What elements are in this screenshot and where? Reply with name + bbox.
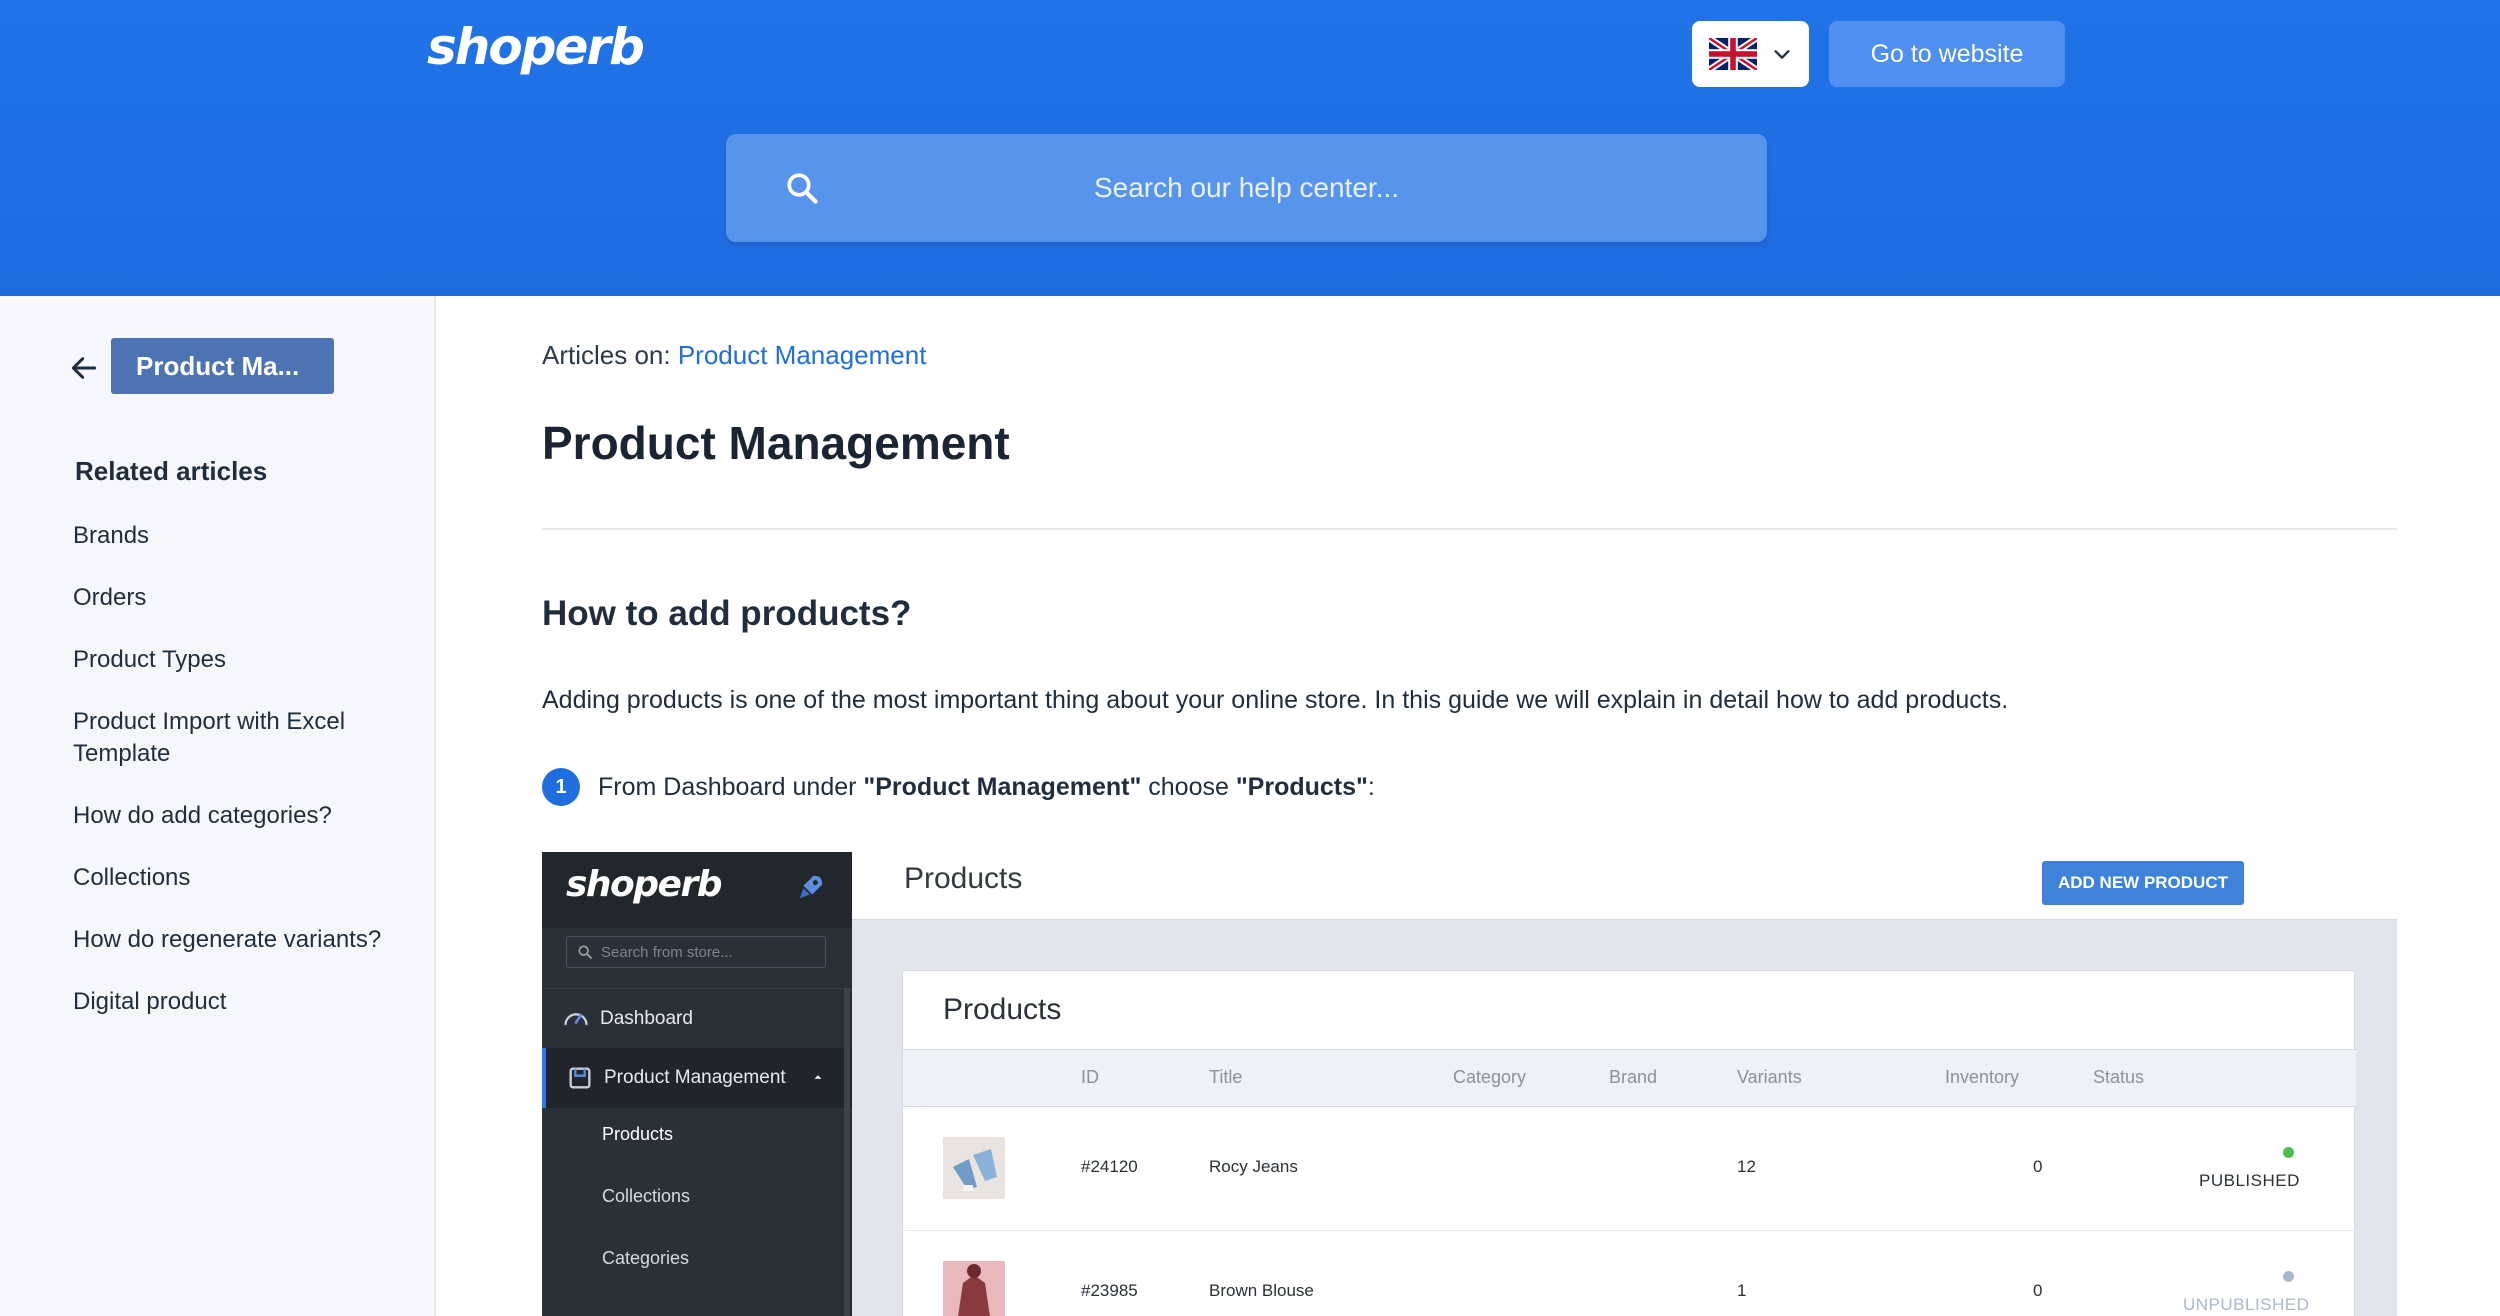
admin-logo: shoperb bbox=[566, 864, 723, 905]
breadcrumb-category-link[interactable]: Product Management bbox=[678, 340, 927, 370]
divider bbox=[542, 528, 2397, 530]
status-dot-unpublished bbox=[2283, 1271, 2294, 1282]
shoperb-logo[interactable]: shoperb bbox=[427, 18, 645, 76]
related-article-link[interactable]: Product Import with Excel Template bbox=[73, 706, 393, 770]
step-text-part: choose bbox=[1141, 772, 1236, 801]
breadcrumb: Articles on: Product Management bbox=[542, 340, 926, 371]
product-inventory: 0 bbox=[2033, 1281, 2043, 1300]
related-article-link[interactable]: How do regenerate variants? bbox=[73, 924, 393, 956]
chevron-down-icon bbox=[1773, 50, 1790, 59]
related-articles-list: Brands Orders Product Types Product Impo… bbox=[73, 520, 393, 1048]
caret-up-icon bbox=[814, 1075, 822, 1079]
product-variants: 1 bbox=[1737, 1281, 1747, 1300]
admin-nav-sub-products: Products bbox=[602, 1124, 674, 1144]
language-selector[interactable] bbox=[1692, 21, 1809, 87]
admin-nav-label: Dashboard bbox=[600, 1007, 693, 1029]
admin-scrollbar bbox=[844, 988, 850, 1316]
go-to-website-button[interactable]: Go to website bbox=[1829, 21, 2065, 87]
step-text-part: : bbox=[1367, 772, 1375, 801]
category-back-button[interactable]: Product Ma... bbox=[111, 338, 334, 394]
search-icon bbox=[578, 945, 592, 959]
related-article-link[interactable]: Collections bbox=[73, 862, 393, 894]
admin-search-field: Search from store... bbox=[566, 936, 826, 968]
product-title: Rocy Jeans bbox=[1209, 1157, 1298, 1176]
related-article-link[interactable]: Orders bbox=[73, 582, 393, 614]
uk-flag-icon bbox=[1708, 38, 1757, 70]
table-row: #24120 Rocy Jeans 12 0 PUBLISHED bbox=[903, 1107, 2356, 1231]
step-text-bold: "Product Management" bbox=[863, 772, 1142, 801]
admin-topbar: Products ADD NEW PRODUCT bbox=[852, 852, 2397, 920]
admin-search-placeholder: Search from store... bbox=[601, 943, 733, 961]
column-header: Status bbox=[2093, 1067, 2145, 1087]
sidebar: Product Ma... Related articles Brands Or… bbox=[0, 296, 436, 1316]
product-inventory: 0 bbox=[2033, 1157, 2043, 1176]
step-text-part: From Dashboard under bbox=[598, 772, 864, 801]
admin-nav-sub-collections: Collections bbox=[602, 1186, 691, 1206]
table-row: #23985 Brown Blouse 1 0 UNPUBLISHED bbox=[903, 1231, 2356, 1316]
status-badge: UNPUBLISHED bbox=[2183, 1295, 2310, 1314]
search-icon bbox=[787, 173, 818, 204]
column-header: Title bbox=[1209, 1067, 1243, 1087]
admin-nav-sub-categories: Categories bbox=[602, 1248, 690, 1268]
column-header: Variants bbox=[1737, 1067, 1802, 1087]
related-article-link[interactable]: How do add categories? bbox=[73, 800, 393, 832]
admin-nav-product-management: Product Management bbox=[542, 1048, 852, 1108]
column-header: ID bbox=[1081, 1067, 1099, 1087]
product-thumbnail-jeans bbox=[943, 1137, 1005, 1199]
related-articles-heading: Related articles bbox=[75, 456, 268, 486]
gauge-icon bbox=[564, 1012, 588, 1025]
page-title: Product Management bbox=[542, 417, 1010, 469]
product-title: Brown Blouse bbox=[1209, 1281, 1314, 1300]
help-search-bar[interactable] bbox=[726, 134, 1767, 242]
add-new-product-button: ADD NEW PRODUCT bbox=[2042, 861, 2244, 905]
status-badge: PUBLISHED bbox=[2199, 1171, 2300, 1190]
admin-nav-dashboard: Dashboard bbox=[542, 988, 852, 1048]
step-text-bold: "Products" bbox=[1235, 772, 1368, 801]
breadcrumb-prefix: Articles on: bbox=[542, 340, 678, 370]
admin-table-header: ID Title Category Brand Variants Invento… bbox=[903, 1049, 2356, 1107]
admin-page-heading: Products bbox=[904, 862, 1023, 895]
step-text: From Dashboard under "Product Management… bbox=[598, 773, 1375, 802]
admin-products-card: Products ID Title Category Brand Variant… bbox=[902, 970, 2356, 1316]
related-article-link[interactable]: Brands bbox=[73, 520, 393, 552]
admin-nav-label: Product Management bbox=[604, 1067, 786, 1088]
admin-sidebar: shoperb Search from store... Dashboard P… bbox=[542, 852, 852, 1316]
help-search-input[interactable] bbox=[726, 134, 1767, 242]
intro-paragraph: Adding products is one of the most impor… bbox=[542, 686, 2009, 714]
related-article-link[interactable]: Product Types bbox=[73, 644, 393, 676]
status-dot-published bbox=[2283, 1147, 2294, 1158]
step-number-badge: 1 bbox=[542, 768, 580, 806]
column-header: Category bbox=[1453, 1067, 1527, 1087]
product-variants: 12 bbox=[1737, 1157, 1756, 1176]
rocket-icon bbox=[799, 875, 823, 899]
column-header: Inventory bbox=[1945, 1067, 2020, 1087]
product-thumbnail-blouse bbox=[943, 1261, 1005, 1316]
admin-card-title: Products bbox=[943, 993, 1062, 1026]
admin-screenshot-image: shoperb Search from store... Dashboard P… bbox=[542, 852, 2397, 1316]
related-article-link[interactable]: Digital product bbox=[73, 986, 393, 1018]
admin-logo-bar: shoperb bbox=[542, 852, 852, 928]
column-header: Brand bbox=[1609, 1067, 1658, 1087]
step-1: 1 From Dashboard under "Product Manageme… bbox=[542, 768, 1375, 806]
product-id: #24120 bbox=[1081, 1157, 1138, 1176]
header: shoperb Go to website bbox=[0, 0, 2500, 296]
arrow-left-icon[interactable] bbox=[68, 352, 100, 384]
product-id: #23985 bbox=[1081, 1281, 1138, 1300]
box-icon bbox=[569, 1067, 591, 1089]
section-title: How to add products? bbox=[542, 594, 912, 633]
